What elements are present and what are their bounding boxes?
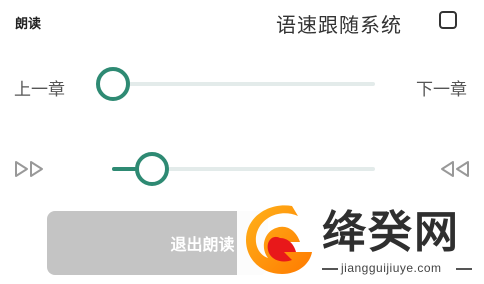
speed-increase-icon[interactable] [439,159,471,183]
chapter-progress-track[interactable] [113,82,375,86]
watermark-url: jiangguijiuye.com [341,261,442,275]
exit-reading-label: 退出朗读 [170,235,235,254]
speed-decrease-icon[interactable] [14,159,46,183]
exit-reading-button[interactable]: 退出朗读 [47,211,268,275]
prev-chapter-button[interactable]: 上一章 [14,75,65,100]
watermark-title: 绛癸网 [322,207,460,258]
watermark-divider-right [456,268,472,270]
follow-system-speed-checkbox[interactable] [439,11,457,29]
page-title: 朗读 [15,17,42,32]
next-chapter-button[interactable]: 下一章 [416,75,467,100]
watermark-divider-left [322,268,338,270]
speed-thumb[interactable] [135,152,169,186]
chapter-progress-thumb[interactable] [96,67,130,101]
watermark-logo-icon [240,198,316,282]
follow-system-speed-label: 语速跟随系统 [276,13,402,37]
